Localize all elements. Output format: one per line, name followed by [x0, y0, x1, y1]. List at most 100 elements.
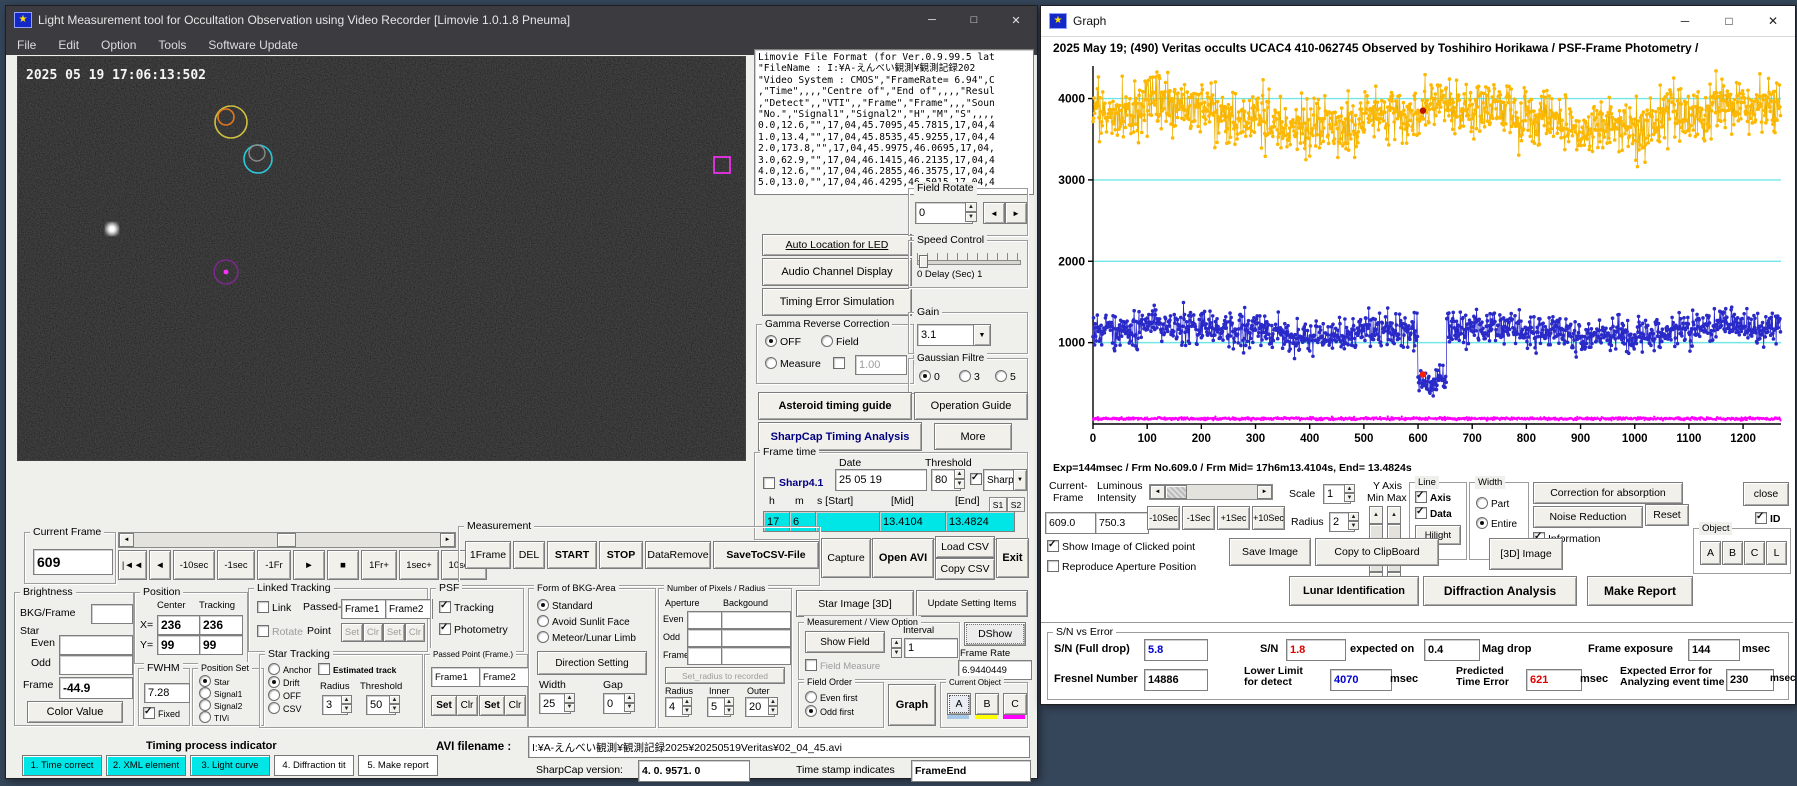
end-field[interactable]: 13.4824: [945, 511, 1015, 532]
audio-channel-display-button[interactable]: Audio Channel Display: [762, 258, 912, 286]
gc-object-c-button[interactable]: C: [1744, 541, 1765, 565]
gc-entire-radio[interactable]: Entire: [1476, 517, 1517, 531]
current-object-a-button[interactable]: A: [947, 693, 971, 715]
sn-lower-field[interactable]: 4070: [1330, 669, 1392, 691]
rotate-checkbox[interactable]: Rotate: [257, 625, 303, 638]
y-center-field[interactable]: 99: [157, 635, 201, 655]
star-image-3d-button[interactable]: Star Image [3D]: [796, 590, 914, 617]
graph-button[interactable]: Graph: [888, 684, 936, 726]
scrollbar-right-icon[interactable]: ►: [440, 533, 455, 547]
st-radius-spinner[interactable]: ▲ ▼: [341, 695, 352, 713]
linked-clr1-button[interactable]: Clr: [363, 623, 383, 642]
x-center-field[interactable]: 236: [157, 615, 201, 635]
np-odd-background-field[interactable]: [721, 629, 791, 647]
sharpcap-version-field[interactable]: 4. 0. 9571. 0: [638, 760, 750, 782]
gc-current-frame-field[interactable]: 609.0: [1045, 512, 1099, 534]
operation-guide-button[interactable]: Operation Guide: [914, 392, 1028, 420]
load-csv-button[interactable]: Load CSV: [935, 536, 995, 558]
gc-noise-reduction-button[interactable]: Noise Reduction: [1533, 506, 1643, 528]
sn-expected-field[interactable]: 0.4: [1424, 639, 1480, 661]
pp-clr1-button[interactable]: Clr: [456, 695, 478, 716]
gc-scroll-right-icon[interactable]: ►: [1257, 485, 1272, 499]
dshow-button[interactable]: DShow: [964, 622, 1026, 646]
gc-show-image-checkbox[interactable]: Show Image of Clicked point: [1047, 539, 1195, 553]
position-set-tivi-radio[interactable]: TIVi: [199, 711, 229, 724]
video-frame[interactable]: 2025 05 19 17:06:13:502: [17, 56, 746, 461]
threshold-spinner[interactable]: ▲ ▼: [954, 469, 965, 489]
sn-frame-exposure-field[interactable]: 144: [1688, 639, 1740, 661]
gc-copy-clipboard-button[interactable]: Copy to ClipBoard: [1315, 538, 1439, 566]
gc-part-radio[interactable]: Part: [1476, 497, 1509, 511]
gc-luminous-field[interactable]: 750.3: [1095, 512, 1149, 534]
s2-tab[interactable]: S2: [1007, 497, 1025, 512]
mid-field[interactable]: 13.4104: [879, 511, 949, 532]
close-icon[interactable]: ✕: [995, 6, 1037, 34]
gc-object-a-button[interactable]: A: [1700, 541, 1721, 565]
more-button[interactable]: More: [934, 423, 1012, 450]
maximize-icon[interactable]: □: [953, 6, 995, 34]
scrollbar-left-icon[interactable]: ◄: [119, 533, 134, 547]
odd-first-radio[interactable]: Odd first: [805, 705, 854, 718]
minus-10sec-button[interactable]: -10sec: [173, 550, 215, 580]
graph-close-icon[interactable]: ✕: [1751, 6, 1795, 36]
y-tracking-field[interactable]: 99: [199, 635, 243, 655]
menu-tools[interactable]: Tools: [147, 38, 197, 52]
speed-slider-thumb[interactable]: [919, 255, 928, 268]
np-frame-background-field[interactable]: [721, 647, 791, 665]
playback-scrollbar[interactable]: ◄ ►: [118, 532, 456, 548]
direction-setting-button[interactable]: Direction Setting: [537, 651, 647, 675]
sharp41-checkbox[interactable]: [763, 477, 778, 490]
scrollbar-thumb[interactable]: [276, 533, 296, 547]
gc-radius-spinner[interactable]: ▲ ▼: [1348, 512, 1359, 530]
current-frame-field[interactable]: 609: [33, 549, 113, 575]
menu-edit[interactable]: Edit: [47, 38, 90, 52]
stop-button[interactable]: ■: [327, 550, 359, 580]
bkg-frame-field[interactable]: [91, 604, 133, 624]
linked-clr2-button[interactable]: Clr: [405, 623, 425, 642]
psf-photometry-checkbox[interactable]: Photometry: [439, 622, 508, 636]
set-radius-button[interactable]: Set_radius to recorded: [665, 667, 785, 684]
field-rotate-left-button[interactable]: ◄: [983, 202, 1005, 224]
st-threshold-spinner[interactable]: ▲ ▼: [389, 695, 400, 713]
minus-1sec-button[interactable]: -1sec: [217, 550, 255, 580]
speed-slider[interactable]: [917, 253, 1021, 268]
gain-dropdown-icon[interactable]: ▼: [973, 324, 991, 346]
color-value-button[interactable]: Color Value: [27, 701, 123, 723]
bkg-width-spinner[interactable]: ▲ ▼: [564, 693, 575, 712]
gc-diffraction-analysis-button[interactable]: Diffraction Analysis: [1423, 576, 1577, 606]
gc-reset-button[interactable]: Reset: [1645, 504, 1689, 526]
start-button[interactable]: START: [547, 541, 597, 569]
gaussian-5-radio[interactable]: 5: [995, 370, 1016, 383]
menu-option[interactable]: Option: [90, 38, 147, 52]
gc-plus-1sec-button[interactable]: +1Sec: [1217, 506, 1250, 530]
drift-radio[interactable]: Drift: [268, 676, 300, 689]
del-button[interactable]: DEL: [513, 541, 545, 569]
s1-tab[interactable]: S1: [989, 497, 1007, 512]
gamma-value-field[interactable]: 1.00: [855, 355, 907, 375]
update-setting-items-button[interactable]: Update Setting Items: [916, 590, 1028, 617]
star-odd-field[interactable]: [59, 655, 133, 675]
csv-radio[interactable]: CSV: [268, 702, 302, 715]
gc-scale-spinner[interactable]: ▲ ▼: [1344, 484, 1355, 502]
gc-object-l-button[interactable]: L: [1766, 541, 1787, 565]
asteroid-timing-guide-button[interactable]: Asteroid timing guide: [758, 392, 912, 420]
sn-exp-error-field[interactable]: 230: [1726, 669, 1774, 691]
save-to-csv-button[interactable]: SaveToCSV-File: [713, 541, 819, 569]
second-start-field[interactable]: [815, 511, 883, 532]
meteor-limb-radio[interactable]: Meteor/Lunar Limb: [537, 631, 636, 645]
np-odd-aperture-field[interactable]: [687, 629, 725, 647]
star-frame-field[interactable]: -44.9: [59, 677, 133, 699]
interval-field[interactable]: 1: [904, 638, 958, 658]
field-rotate-spinner[interactable]: ▲ ▼: [965, 202, 977, 222]
np-even-background-field[interactable]: [721, 611, 791, 629]
gc-reproduce-checkbox[interactable]: Reproduce Aperture Position: [1047, 560, 1196, 573]
light-curve-plot[interactable]: 1000 2000 3000 4000 0 100 200 300 400 500 600 700 80…: [1043, 58, 1791, 460]
open-avi-button[interactable]: Open AVI: [872, 538, 934, 578]
minus-1frame-button[interactable]: -1Fr: [257, 550, 291, 580]
even-first-radio[interactable]: Even first: [805, 691, 858, 704]
pp-set2-button[interactable]: Set: [479, 695, 505, 716]
plus-1frame-button[interactable]: 1Fr+: [361, 550, 397, 580]
sharp-combo-dropdown-icon[interactable]: ▼: [1013, 469, 1027, 491]
gamma-off-radio[interactable]: OFF: [765, 335, 801, 348]
step-back-button[interactable]: ◄: [149, 550, 171, 580]
